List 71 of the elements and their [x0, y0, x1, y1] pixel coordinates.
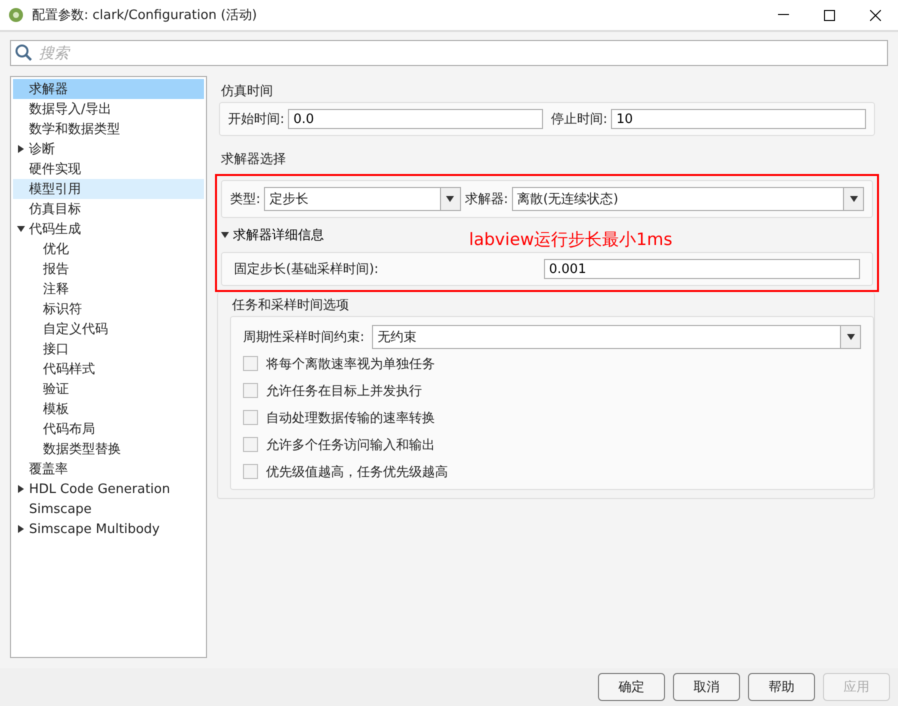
dropdown-button[interactable] [840, 326, 860, 348]
start-time-field[interactable]: 0.0 [288, 109, 543, 129]
checkbox[interactable] [243, 356, 258, 371]
tree-item[interactable]: 标识符 [13, 299, 204, 319]
maximize-icon [824, 10, 834, 20]
dropdown-button[interactable] [843, 188, 863, 210]
dialog-button[interactable]: 取消 [673, 673, 740, 701]
checkbox[interactable] [243, 410, 258, 425]
tree-item[interactable]: 代码布局 [13, 419, 204, 439]
caret-icon [446, 195, 454, 203]
checkbox[interactable] [243, 437, 258, 452]
field-label: 周期性采样时间约束: [243, 328, 364, 346]
tree-item[interactable]: 代码样式 [13, 359, 204, 379]
tree-item[interactable]: 硬件实现 [13, 159, 204, 179]
checkbox[interactable] [243, 464, 258, 479]
checkbox-label: 将每个离散速率视为单独任务 [266, 356, 435, 372]
tree-item[interactable]: 模型引用 [13, 179, 204, 199]
expand-arrow-icon[interactable] [17, 525, 25, 533]
checkbox-label: 自动处理数据传输的速率转换 [266, 410, 435, 426]
stop-time-field[interactable]: 10 [611, 109, 866, 129]
checkbox-label: 允许任务在目标上并发执行 [266, 382, 422, 400]
dialog-button[interactable]: 帮助 [748, 673, 815, 701]
tree-item[interactable]: 数据导入/导出 [13, 99, 204, 119]
field-label: 开始时间: [228, 111, 284, 128]
section-title: 求解器选择 [221, 151, 287, 168]
dialog-button[interactable]: 确定 [598, 673, 665, 701]
tree-item[interactable]: 仿真目标 [13, 199, 204, 219]
tree-item[interactable]: 报告 [13, 259, 204, 279]
annotation-text: labview运行步长最小1ms [469, 229, 672, 251]
expand-arrow-icon[interactable] [17, 145, 25, 153]
tree-item[interactable]: 接口 [13, 339, 204, 359]
section-title: 任务和采样时间选项 [232, 297, 350, 314]
tree-item[interactable]: 求解器 [13, 79, 204, 99]
field-label: 固定步长(基础采样时间): [234, 261, 380, 278]
tree-item[interactable]: 数学和数据类型 [13, 119, 204, 139]
constraint-dropdown[interactable]: 无约束 [372, 324, 861, 348]
tree-item[interactable]: 覆盖率 [13, 459, 204, 479]
checkbox[interactable] [243, 383, 258, 398]
field-label: 类型: [230, 191, 260, 208]
expand-arrow-icon[interactable] [17, 485, 25, 493]
tree-item[interactable]: 优化 [13, 239, 204, 259]
caret-icon [846, 332, 854, 340]
minimize-icon [778, 14, 788, 16]
caret-icon [850, 195, 858, 203]
checkbox-label: 允许多个任务访问输入和输出 [266, 436, 435, 454]
field-label: 停止时间: [551, 111, 608, 128]
window-title: 配置参数: clark/Configuration (活动) [32, 7, 258, 24]
dropdown-button[interactable] [440, 188, 460, 210]
tree-item[interactable]: Simscape Multibody [13, 519, 204, 539]
tree-item[interactable]: HDL Code Generation [13, 479, 204, 499]
tree-item[interactable]: 诊断 [13, 139, 204, 159]
app-logo-icon [8, 7, 24, 23]
tree-item[interactable]: 模板 [13, 399, 204, 419]
details-toggle[interactable]: 求解器详细信息 [221, 226, 324, 244]
tree-item[interactable]: Simscape [13, 499, 204, 519]
search-field[interactable]: 搜索 [10, 40, 888, 66]
close-icon [870, 10, 880, 20]
checkbox-label: 优先级值越高，任务优先级越高 [266, 464, 448, 480]
collapse-arrow-icon [221, 231, 229, 239]
tree-item[interactable]: 注释 [13, 279, 204, 299]
tree-item[interactable]: 自定义代码 [13, 319, 204, 339]
section-title: 仿真时间 [221, 83, 274, 100]
field-label: 求解器: [464, 191, 508, 208]
solver-dropdown[interactable]: 离散(无连续状态) [512, 187, 864, 211]
tree-item[interactable]: 代码生成 [13, 219, 204, 239]
solver-type-dropdown[interactable]: 定步长 [264, 187, 461, 211]
tree-item[interactable]: 数据类型替换 [13, 439, 204, 459]
search-icon [15, 44, 33, 62]
fixed-step-field[interactable]: 0.001 [544, 259, 860, 279]
expand-arrow-icon[interactable] [17, 225, 25, 233]
tree-item[interactable]: 验证 [13, 379, 204, 399]
